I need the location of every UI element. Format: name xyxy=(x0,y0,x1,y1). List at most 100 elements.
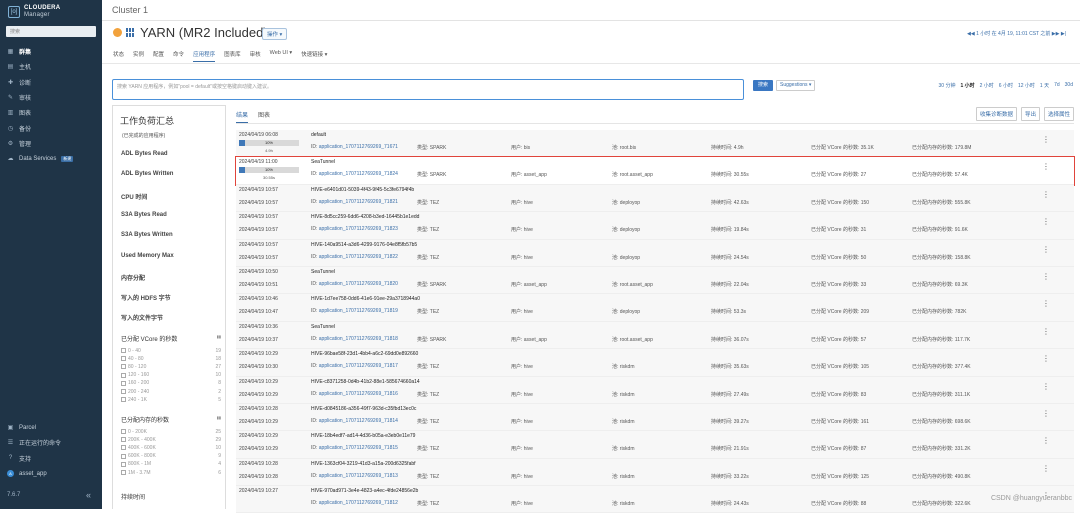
app-id-value[interactable]: application_1707112769269_71821 xyxy=(319,199,398,205)
app-id-value[interactable]: application_1707112769269_71817 xyxy=(319,363,398,369)
sidebar-search-input[interactable]: 搜索 xyxy=(6,26,96,37)
sidebar-item-2[interactable]: ✚ 诊断 xyxy=(0,75,102,90)
app-id[interactable]: ID: application_1707112769269_71821 xyxy=(311,199,398,205)
row-menu-icon[interactable]: ⋮ xyxy=(1042,162,1050,171)
sidebar-item-6[interactable]: ⚙ 管理 xyxy=(0,136,102,151)
memory_filter-row[interactable]: 0 - 200K 25 xyxy=(121,428,221,436)
sidebar-item-4[interactable]: ▥ 图表 xyxy=(0,105,102,120)
checkbox[interactable] xyxy=(121,437,126,443)
row-menu-icon[interactable]: ⋮ xyxy=(1042,464,1050,473)
table-row[interactable]: 2024/04/19 10:46 2024/04/19 10:47 HIVE-1d7… xyxy=(236,294,1074,322)
row-menu-icon[interactable]: ⋮ xyxy=(1042,245,1050,254)
row-menu-icon[interactable]: ⋮ xyxy=(1042,135,1050,144)
range-option-4[interactable]: 12 小时 xyxy=(1018,82,1035,89)
app-name[interactable]: SeaTunnel xyxy=(311,324,335,330)
vcore_filter-row[interactable]: 120 - 160 10 xyxy=(121,371,221,379)
checkbox[interactable] xyxy=(121,453,126,459)
search-button[interactable]: 搜索 xyxy=(753,80,773,91)
collapse-sidebar-icon[interactable]: « xyxy=(86,490,91,500)
app-id-value[interactable]: application_1707112769269_71813 xyxy=(319,473,398,479)
app-name[interactable]: HIVE-d0845186-a356-49f7-963d-c35fbd13ec0… xyxy=(311,406,416,412)
metric-4[interactable]: S3A Bytes Written xyxy=(121,232,173,238)
checkbox[interactable] xyxy=(121,356,126,362)
sidebar-bottom-item-3[interactable]: Aasset_app xyxy=(0,466,102,481)
app-id-value[interactable]: application_1707112769269_71812 xyxy=(319,500,398,506)
row-menu-icon[interactable]: ⋮ xyxy=(1042,327,1050,336)
app-id-value[interactable]: application_1707112769269_71818 xyxy=(319,336,398,342)
app-id-value[interactable]: application_1707112769269_71816 xyxy=(319,391,398,397)
app-id[interactable]: ID: application_1707112769269_71819 xyxy=(311,308,398,314)
app-id-value[interactable]: application_1707112769269_71824 xyxy=(319,171,398,177)
range-option-7[interactable]: 30d xyxy=(1065,82,1073,89)
sidebar-bottom-item-1[interactable]: ☰ 正在运行的命令 xyxy=(0,435,102,450)
sidebar-item-3[interactable]: ✎ 审核 xyxy=(0,90,102,105)
app-id[interactable]: ID: application_1707112769269_71816 xyxy=(311,391,398,397)
memory_filter-row[interactable]: 200K - 400K 29 xyxy=(121,436,221,444)
results-button-2[interactable]: 选择属性 xyxy=(1043,107,1074,121)
metric-5[interactable]: Used Memory Max xyxy=(121,253,174,259)
checkbox[interactable] xyxy=(121,372,126,378)
table-row[interactable]: 2024/04/19 10:57 2024/04/19 10:57 HIVE-140… xyxy=(236,239,1074,267)
app-id-value[interactable]: application_1707112769269_71823 xyxy=(319,226,398,232)
app-name[interactable]: SeaTunnel xyxy=(311,159,335,165)
app-id-value[interactable]: application_1707112769269_71671 xyxy=(319,144,398,150)
memory_filter-row[interactable]: 800K - 1M 4 xyxy=(121,460,221,468)
row-menu-icon[interactable]: ⋮ xyxy=(1042,299,1050,308)
app-id[interactable]: ID: application_1707112769269_71815 xyxy=(311,445,398,451)
table-row[interactable]: 2024/04/19 10:28 2024/04/19 10:29 HIVE-d08… xyxy=(236,403,1074,432)
app-name[interactable]: SeaTunnel xyxy=(311,269,335,275)
row-menu-icon[interactable]: ⋮ xyxy=(1042,217,1050,226)
checkbox[interactable] xyxy=(121,348,126,354)
operations-dropdown[interactable]: 操作 ▾ xyxy=(262,28,288,40)
tab-5[interactable]: 图表库 xyxy=(224,50,241,62)
app-id[interactable]: ID: application_1707112769269_71824 xyxy=(311,171,398,177)
vcore_filter-row[interactable]: 80 - 120 27 xyxy=(121,363,221,371)
app-id[interactable]: ID: application_1707112769269_71817 xyxy=(311,363,398,369)
row-menu-icon[interactable]: ⋮ xyxy=(1042,409,1050,418)
tab-6[interactable]: 审核 xyxy=(250,50,261,62)
app-name[interactable]: HIVE-1d7ee758-0dd6-41e6-91ee-29a3718944a… xyxy=(311,296,420,302)
tab-0[interactable]: 状态 xyxy=(113,50,124,62)
metric-1[interactable]: ADL Bytes Written xyxy=(121,171,173,177)
app-id[interactable]: ID: application_1707112769269_71812 xyxy=(311,500,398,506)
sidebar-item-1[interactable]: ▤ 主机 xyxy=(0,59,102,74)
app-id[interactable]: ID: application_1707112769269_71820 xyxy=(311,281,398,287)
table-row[interactable]: 2024/04/19 10:36 2024/04/19 10:37 SeaTunne… xyxy=(236,321,1074,350)
range-option-3[interactable]: 6 小时 xyxy=(999,82,1013,89)
checkbox[interactable] xyxy=(121,445,126,451)
suggestions-dropdown[interactable]: Suggestions ▾ xyxy=(776,80,816,91)
app-name[interactable]: default xyxy=(311,132,326,138)
table-row[interactable]: 2024/04/19 06:08 10% 4.9h default ID: applic… xyxy=(236,130,1074,158)
table-row[interactable]: 2024/04/19 11:00 10% 30.55s SeaTunnel ID: ap… xyxy=(235,156,1075,186)
metric-3[interactable]: S3A Bytes Read xyxy=(121,212,167,218)
metric-2[interactable]: CPU 时间 xyxy=(121,192,147,201)
tab-8[interactable]: 快速链接 ▾ xyxy=(301,50,327,62)
app-name[interactable]: HIVE-e6401d01-5039-4f43-9f45-5c3fe6794f4… xyxy=(311,187,414,193)
memory_filter-row[interactable]: 600K - 800K 9 xyxy=(121,452,221,460)
row-menu-icon[interactable]: ⋮ xyxy=(1042,272,1050,281)
tab-1[interactable]: 实例 xyxy=(133,50,144,62)
metric-7[interactable]: 写入的 HDFS 字节 xyxy=(121,293,171,302)
sidebar-bottom-item-0[interactable]: ▣ Parcel xyxy=(0,420,102,435)
tab-3[interactable]: 命令 xyxy=(173,50,184,62)
app-name[interactable]: HIVE-970ad971-3e4e-4823-a4ec-4fde24856e2… xyxy=(311,488,418,494)
range-option-5[interactable]: 1 天 xyxy=(1040,82,1049,89)
range-option-1[interactable]: 1 小时 xyxy=(960,82,974,89)
cluster-breadcrumb[interactable]: Cluster 1 xyxy=(112,5,148,15)
app-id-value[interactable]: application_1707112769269_71822 xyxy=(319,254,398,260)
vcore_filter-row[interactable]: 240 - 1K 5 xyxy=(121,396,221,404)
checkbox[interactable] xyxy=(121,396,126,402)
app-id-value[interactable]: application_1707112769269_71814 xyxy=(319,418,398,424)
range-option-2[interactable]: 2 小时 xyxy=(980,82,994,89)
app-name[interactable]: HIVE-140a9514-a3d6-4299-9176-04e8f5fb57b… xyxy=(311,242,417,248)
range-option-6[interactable]: 7d xyxy=(1054,82,1060,89)
results-button-1[interactable]: 导出 xyxy=(1020,107,1040,121)
row-menu-icon[interactable]: ⋮ xyxy=(1042,382,1050,391)
app-id-value[interactable]: application_1707112769269_71819 xyxy=(319,308,398,314)
table-row[interactable]: 2024/04/19 10:29 2024/04/19 10:30 HIVE-96b… xyxy=(236,349,1074,377)
table-row[interactable]: 2024/04/19 10:29 2024/04/19 10:29 HIVE-18b… xyxy=(236,431,1074,459)
row-menu-icon[interactable]: ⋮ xyxy=(1042,436,1050,445)
app-id[interactable]: ID: application_1707112769269_71823 xyxy=(311,226,398,232)
table-row[interactable]: 2024/04/19 10:50 2024/04/19 10:51 SeaTunne… xyxy=(236,266,1074,295)
app-name[interactable]: HIVE-96bae58f-23d1-4bb4-a6c2-69dd0e89266… xyxy=(311,351,418,357)
